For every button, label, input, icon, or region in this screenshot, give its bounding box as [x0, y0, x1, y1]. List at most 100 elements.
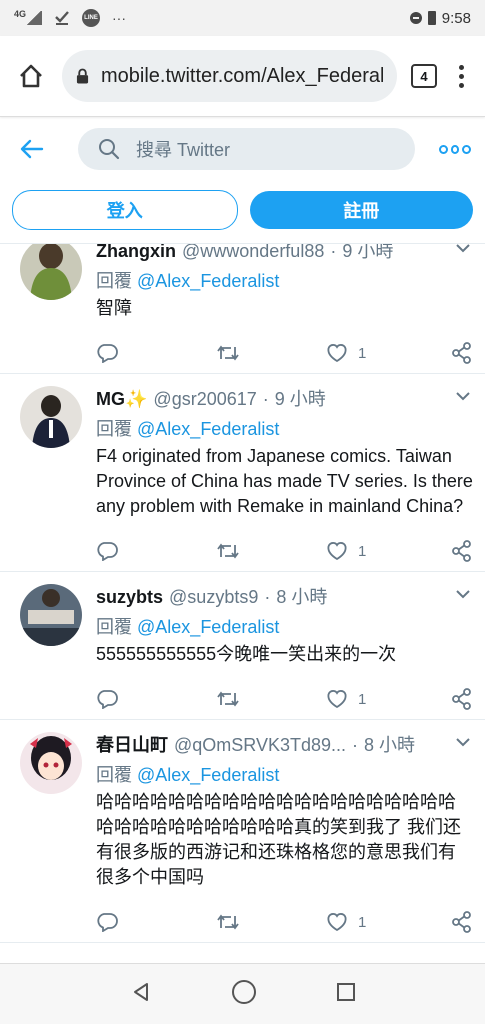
tweet-time[interactable]: 9 小時 — [275, 386, 326, 412]
dnd-icon — [409, 12, 422, 24]
retweet-icon — [217, 691, 239, 707]
separator-dot: · — [264, 587, 271, 607]
tweet-author-handle[interactable]: @qOmSRVK3Td89... — [174, 732, 346, 758]
reply-mention-link[interactable]: @Alex_Federalist — [137, 419, 279, 439]
share-button[interactable] — [451, 342, 473, 364]
tweet-author-handle[interactable]: @suzybts9 — [169, 584, 258, 610]
retweet-icon — [217, 914, 239, 930]
tweet-author-name[interactable]: 春日山町 — [96, 732, 168, 758]
reply-button[interactable] — [96, 541, 216, 561]
share-button[interactable] — [451, 688, 473, 710]
reply-icon — [97, 344, 118, 363]
retweet-button[interactable] — [216, 541, 326, 561]
tweet-text: 555555555555今晚唯一笑出来的一次 — [96, 644, 397, 664]
reply-icon — [97, 913, 118, 932]
heart-icon — [327, 542, 347, 561]
tweet-actions: 1 — [96, 902, 473, 942]
reply-context: 回覆 @Alex_Federalist — [96, 268, 473, 294]
reply-feed: Zhangxin @wwwonderful88 · 9 小時 回覆 @Alex_… — [0, 244, 485, 964]
avatar[interactable] — [20, 244, 82, 300]
tweet-author-name[interactable]: Zhangxin — [96, 244, 176, 264]
tweet-item[interactable]: 春日山町 @qOmSRVK3Td89... · 8 小時 回覆 @Alex_Fe… — [0, 720, 485, 943]
battery-icon — [427, 11, 436, 25]
reply-button[interactable] — [96, 343, 216, 363]
more-notifications-icon: ··· — [112, 10, 127, 26]
heart-icon — [327, 344, 347, 363]
like-count: 1 — [358, 690, 367, 708]
reply-prefix: 回覆 — [96, 617, 132, 637]
retweet-button[interactable] — [216, 343, 326, 363]
reply-prefix: 回覆 — [96, 271, 132, 291]
twitter-header: 搜尋 Twitter — [0, 117, 485, 181]
network-type-label: 4G — [14, 9, 27, 19]
browser-menu-button[interactable] — [451, 64, 471, 88]
tweet-actions: 1 — [96, 333, 473, 373]
reply-prefix: 回覆 — [96, 765, 132, 785]
chevron-down-icon[interactable] — [455, 588, 471, 600]
like-count: 1 — [358, 913, 367, 931]
separator-dot: · — [262, 389, 269, 409]
tweet-author-handle[interactable]: @wwwonderful88 — [182, 244, 324, 264]
square-recents-icon — [336, 982, 355, 1001]
auth-buttons: 登入 註冊 — [0, 185, 485, 235]
reply-icon — [97, 690, 118, 709]
reply-button[interactable] — [96, 912, 216, 932]
reply-mention-link[interactable]: @Alex_Federalist — [137, 617, 279, 637]
triangle-back-icon — [133, 982, 148, 1001]
tweet-item[interactable]: Zhangxin @wwwonderful88 · 9 小時 回覆 @Alex_… — [0, 244, 485, 374]
retweet-button[interactable] — [216, 689, 326, 709]
like-button[interactable]: 1 — [326, 912, 442, 932]
circle-home-icon — [231, 979, 256, 1004]
signal-icon: 4G — [14, 9, 43, 25]
more-options-button[interactable] — [439, 144, 472, 154]
avatar[interactable] — [20, 732, 82, 794]
chevron-down-icon[interactable] — [455, 244, 471, 254]
like-button[interactable]: 1 — [326, 689, 442, 709]
avatar[interactable] — [20, 386, 82, 448]
tweet-item[interactable]: MG✨ @gsr200617 · 9 小時 回覆 @Alex_Federalis… — [0, 374, 485, 572]
share-button[interactable] — [451, 540, 473, 562]
tweet-author-name[interactable]: MG✨ — [96, 386, 147, 412]
tab-switcher-button[interactable]: 4 — [411, 64, 437, 88]
tweet-actions: 1 — [96, 679, 473, 719]
tweet-text: 哈哈哈哈哈哈哈哈哈哈哈哈哈哈哈哈哈哈哈哈哈哈哈哈哈哈哈哈哈哈哈真的笑到我了 我们… — [96, 792, 461, 887]
share-icon — [452, 688, 471, 710]
retweet-icon — [217, 345, 239, 361]
search-input[interactable]: 搜尋 Twitter — [78, 128, 415, 170]
separator-dot: · — [352, 735, 359, 755]
tweet-time[interactable]: 9 小時 — [342, 244, 393, 264]
android-nav-bar — [0, 963, 485, 1024]
retweet-button[interactable] — [216, 912, 326, 932]
like-button[interactable]: 1 — [326, 343, 442, 363]
login-button[interactable]: 登入 — [12, 190, 238, 230]
back-button[interactable] — [14, 139, 50, 159]
tweet-time[interactable]: 8 小時 — [364, 732, 415, 758]
nav-home-button[interactable] — [231, 979, 257, 1010]
home-button[interactable] — [14, 59, 48, 93]
browser-toolbar: mobile.twitter.com/Alex_Federalist 4 — [0, 36, 485, 117]
nav-recents-button[interactable] — [336, 982, 356, 1007]
reply-icon — [97, 542, 118, 561]
tweet-author-handle[interactable]: @gsr200617 — [153, 386, 256, 412]
reply-mention-link[interactable]: @Alex_Federalist — [137, 765, 279, 785]
back-arrow-icon — [20, 139, 44, 159]
address-bar[interactable]: mobile.twitter.com/Alex_Federalist — [62, 50, 397, 102]
share-icon — [452, 911, 471, 933]
nav-back-button[interactable] — [130, 981, 152, 1008]
reply-button[interactable] — [96, 689, 216, 709]
chevron-down-icon[interactable] — [455, 736, 471, 748]
url-text: mobile.twitter.com/Alex_Federalist — [101, 64, 383, 87]
check-icon — [54, 9, 70, 28]
chevron-down-icon[interactable] — [455, 390, 471, 402]
share-icon — [452, 342, 471, 364]
avatar[interactable] — [20, 584, 82, 646]
tweet-item[interactable]: suzybts @suzybts9 · 8 小時 回覆 @Alex_Federa… — [0, 572, 485, 720]
reply-context: 回覆 @Alex_Federalist — [96, 614, 473, 640]
separator-dot: · — [330, 244, 337, 261]
reply-mention-link[interactable]: @Alex_Federalist — [137, 271, 279, 291]
like-button[interactable]: 1 — [326, 541, 442, 561]
tweet-time[interactable]: 8 小時 — [276, 584, 327, 610]
tweet-author-name[interactable]: suzybts — [96, 584, 163, 610]
share-button[interactable] — [451, 911, 473, 933]
signup-button[interactable]: 註冊 — [249, 191, 473, 229]
